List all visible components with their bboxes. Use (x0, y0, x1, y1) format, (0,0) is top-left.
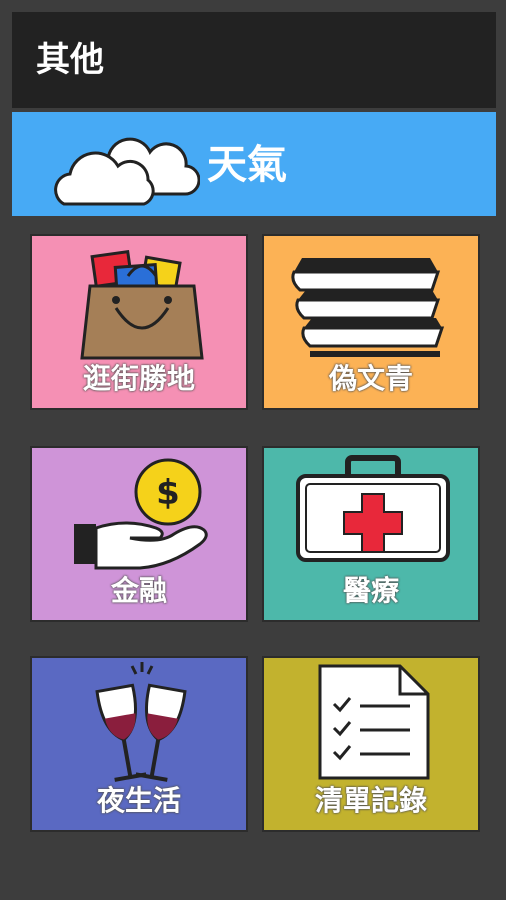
tile-finance[interactable]: $ 金融 (30, 446, 248, 622)
tile-label: 夜生活 (96, 784, 181, 817)
tile-medical[interactable]: 醫療 (262, 446, 480, 622)
tile-label: 偽文青 (328, 362, 413, 395)
weather-button[interactable]: 天氣 (12, 112, 496, 216)
tile-label: 醫療 (342, 574, 399, 607)
cloud-icon (54, 137, 200, 206)
page-title: 其他 (36, 40, 104, 80)
app-header: 其他 (12, 12, 496, 108)
tile-label: 清單記錄 (314, 784, 427, 817)
tile-label: 逛街勝地 (82, 362, 195, 395)
tile-shopping[interactable]: 逛街勝地 (30, 234, 248, 410)
money-symbol: $ (156, 473, 180, 513)
tile-label: 金融 (110, 574, 167, 607)
tile-checklist[interactable]: 清單記錄 (262, 656, 480, 832)
tile-nightlife[interactable]: 夜生活 (30, 656, 248, 832)
tile-hipster[interactable]: 偽文青 (262, 234, 480, 410)
weather-label: 天氣 (207, 142, 287, 188)
